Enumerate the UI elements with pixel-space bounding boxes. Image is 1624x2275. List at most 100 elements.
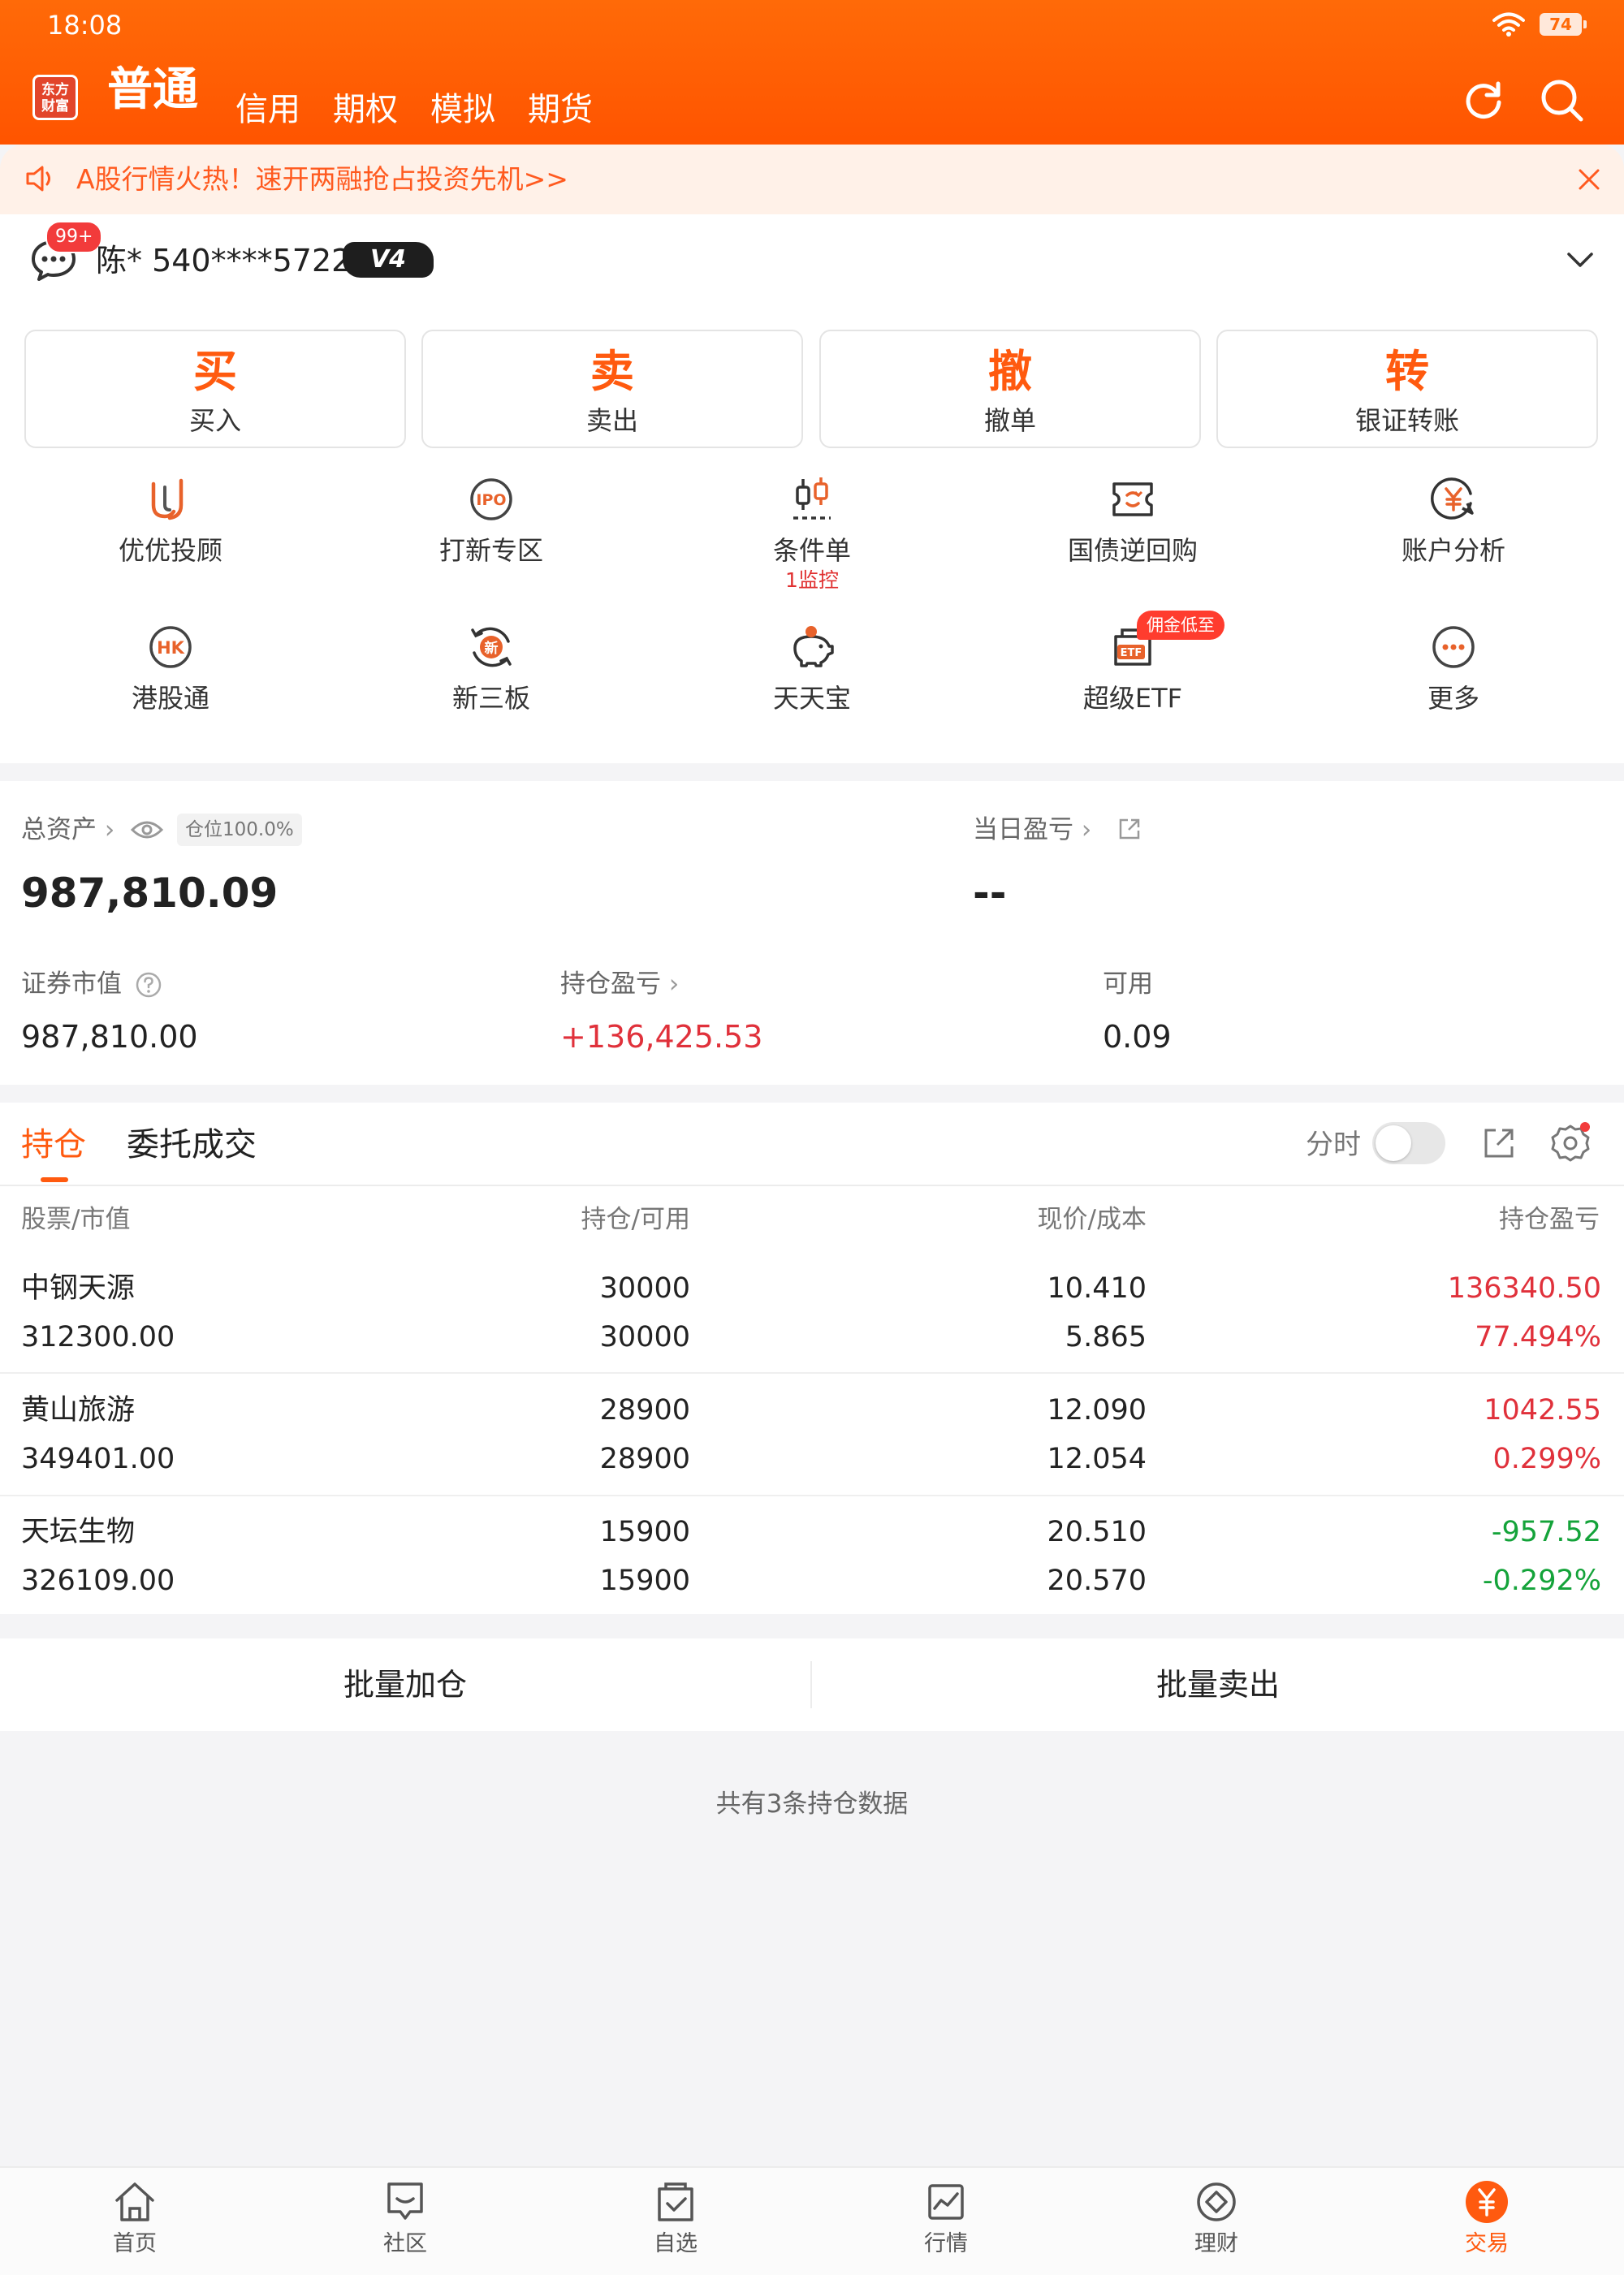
tab-options-account[interactable]: 期权 <box>333 81 398 130</box>
feature-label: 更多 <box>1427 683 1479 714</box>
feature-tiantianbao[interactable]: 天天宝 <box>690 620 934 716</box>
feature-advisor[interactable]: 优优投顾 <box>49 473 292 568</box>
hk-icon: HK <box>149 626 192 668</box>
close-icon[interactable] <box>1575 166 1603 193</box>
holding-row[interactable] <box>0 1374 1624 1496</box>
stock-price: 10.410 <box>1047 1272 1147 1305</box>
ipo-icon: IPO <box>470 478 512 520</box>
available-value: 0.09 <box>1103 1019 1172 1055</box>
feature-label: 新三板 <box>451 683 530 714</box>
nav-watchlist[interactable]: 自选 <box>594 2179 757 2260</box>
more-icon <box>1432 626 1475 668</box>
account-name[interactable]: 陈* 540****5722 <box>96 240 351 281</box>
stock-position: 30000 <box>599 1272 690 1305</box>
bank-transfer-button[interactable]: 转 银证转账 <box>1216 330 1598 448</box>
cancel-order-label: 撤单 <box>983 405 1036 436</box>
tab-holdings[interactable]: 持仓 <box>21 1122 86 1168</box>
stock-cost: 12.054 <box>1047 1443 1147 1475</box>
active-tab-indicator <box>41 1177 68 1182</box>
wealth-icon <box>1197 2182 1236 2221</box>
nav-market[interactable]: 行情 <box>865 2179 1027 2260</box>
refresh-icon[interactable] <box>1460 76 1507 123</box>
share-icon[interactable] <box>1117 817 1142 841</box>
stock-cost: 20.570 <box>1047 1565 1147 1597</box>
home-icon <box>115 2182 154 2221</box>
search-icon[interactable] <box>1538 76 1585 123</box>
stock-price: 12.090 <box>1047 1394 1147 1427</box>
feature-account-analysis[interactable]: 账户分析 <box>1332 473 1575 568</box>
feature-conditional-order[interactable]: 条件单 1监控 <box>690 473 934 593</box>
daily-pnl-value: -- <box>973 870 1007 917</box>
nav-label: 自选 <box>654 2231 698 2256</box>
tab-futures-account[interactable]: 期货 <box>528 81 593 130</box>
batch-sell-button[interactable]: 批量卖出 <box>812 1638 1624 1731</box>
available-label: 可用 <box>1103 969 1153 999</box>
new-third-board-icon: 新 <box>471 627 512 667</box>
yen-analysis-icon <box>1431 477 1474 520</box>
advisor-icon <box>151 478 184 520</box>
feature-new-third-board[interactable]: 新 新三板 <box>369 620 613 716</box>
position-pnl-value: +136,425.53 <box>560 1019 763 1055</box>
divider <box>0 1185 1624 1186</box>
tab-simulation-account[interactable]: 模拟 <box>430 81 495 130</box>
export-icon[interactable] <box>1479 1124 1518 1163</box>
monitor-count: 1监控 <box>785 568 839 592</box>
feature-ipo[interactable]: IPO 打新专区 <box>369 473 613 568</box>
position-pnl-label-text: 持仓盈亏 <box>560 969 661 999</box>
batch-add-button[interactable]: 批量加仓 <box>0 1638 810 1731</box>
feature-label: 超级ETF <box>1082 683 1183 714</box>
nav-trade[interactable]: 交易 <box>1406 2179 1568 2260</box>
feature-more[interactable]: 更多 <box>1332 620 1575 716</box>
chevron-down-icon[interactable] <box>1564 244 1596 276</box>
bottom-navigation <box>0 2166 1624 2275</box>
holding-row[interactable] <box>0 1250 1624 1372</box>
sell-glyph: 卖 <box>590 346 634 397</box>
total-assets-label[interactable]: 总资产 › <box>21 812 114 848</box>
nav-home[interactable]: 首页 <box>54 2179 216 2260</box>
stock-available: 15900 <box>599 1565 690 1597</box>
toggle-knob <box>1376 1125 1411 1161</box>
commission-badge: 佣金低至 <box>1137 611 1224 640</box>
intraday-toggle-label: 分时 <box>1306 1129 1361 1161</box>
cancel-order-button[interactable]: 撤 撤单 <box>819 330 1201 448</box>
repo-icon <box>1112 482 1153 516</box>
tab-margin-account[interactable]: 信用 <box>235 81 300 130</box>
tab-orders-trades[interactable]: 委托成交 <box>127 1122 257 1168</box>
stock-pnl: -957.52 <box>1491 1516 1601 1548</box>
buy-button[interactable]: 买 买入 <box>24 330 406 448</box>
column-header-pnl: 持仓盈亏 <box>1499 1205 1600 1234</box>
feature-hk-connect[interactable]: HK 港股通 <box>49 620 292 716</box>
stock-pnl-percent: -0.292% <box>1482 1565 1601 1597</box>
feature-label: 优优投顾 <box>118 535 222 566</box>
holding-row[interactable] <box>0 1496 1624 1614</box>
stock-name: 天坛生物 <box>21 1516 136 1548</box>
feature-label: 账户分析 <box>1401 535 1505 566</box>
eye-icon[interactable] <box>130 817 164 843</box>
stock-cost: 5.865 <box>1065 1321 1147 1353</box>
help-icon[interactable] <box>135 971 162 999</box>
holdings-count-text: 共有3条持仓数据 <box>715 1789 909 1819</box>
chevron-right-icon: › <box>1073 815 1092 844</box>
stock-available: 30000 <box>599 1321 690 1353</box>
nav-wealth[interactable]: 理财 <box>1135 2179 1298 2260</box>
feature-reverse-repo[interactable]: 国债逆回购 <box>1011 473 1255 568</box>
stock-pnl: 1042.55 <box>1484 1394 1601 1427</box>
nav-label: 理财 <box>1194 2231 1238 2256</box>
bank-transfer-glyph: 转 <box>1385 346 1429 397</box>
position-pnl-label[interactable]: 持仓盈亏 › <box>560 966 679 1002</box>
tab-normal-account[interactable]: 普通 <box>107 63 198 119</box>
speaker-icon <box>26 166 50 192</box>
stock-price: 20.510 <box>1047 1516 1147 1548</box>
stock-position: 15900 <box>599 1516 690 1548</box>
feature-label: 条件单 <box>772 535 851 566</box>
banner-text[interactable]: A股行情火热！速开两融抢占投资先机>> <box>76 162 568 196</box>
nav-label: 社区 <box>383 2231 427 2256</box>
position-ratio-tag: 仓位100.0% <box>177 814 302 846</box>
status-time: 18:08 <box>47 10 123 41</box>
daily-pnl-label[interactable]: 当日盈亏 › <box>973 812 1091 848</box>
feature-label: 国债逆回购 <box>1067 535 1198 566</box>
sell-button[interactable]: 卖 卖出 <box>421 330 803 448</box>
nav-label: 首页 <box>113 2231 157 2256</box>
nav-community[interactable]: 社区 <box>324 2179 486 2260</box>
notification-dot <box>1580 1122 1590 1132</box>
